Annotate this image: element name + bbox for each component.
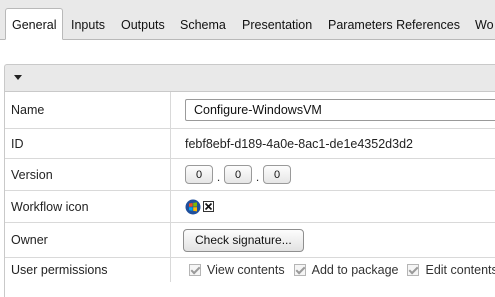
version-separator: . bbox=[216, 169, 221, 184]
section-header[interactable] bbox=[4, 64, 495, 92]
tab-outputs[interactable]: Outputs bbox=[121, 15, 165, 35]
name-label: Name bbox=[11, 92, 171, 128]
name-field[interactable] bbox=[185, 99, 495, 121]
owner-row: Owner Check signature... bbox=[5, 223, 495, 258]
edit-contents-checkbox[interactable] bbox=[407, 264, 420, 276]
add-to-package-checkbox[interactable] bbox=[293, 264, 306, 276]
user-permissions-row: User permissions View contents Add to pa… bbox=[5, 258, 495, 297]
edit-contents-label: Edit contents bbox=[425, 263, 495, 277]
chevron-down-icon[interactable] bbox=[14, 75, 22, 80]
version-minor-field[interactable] bbox=[224, 165, 252, 184]
check-signature-button[interactable]: Check signature... bbox=[183, 228, 304, 252]
version-separator: . bbox=[255, 169, 260, 184]
edit-contents-option[interactable]: Edit contents bbox=[407, 263, 495, 277]
tab-inputs[interactable]: Inputs bbox=[71, 15, 105, 35]
properties-grid: Name ID febf8ebf-d189-4a0e-8ac1-de1e4352… bbox=[4, 92, 495, 297]
workflow-icon-row: Workflow icon bbox=[5, 191, 495, 223]
tab-schema[interactable]: Schema bbox=[180, 15, 226, 35]
view-contents-label: View contents bbox=[207, 263, 285, 277]
tab-presentation[interactable]: Presentation bbox=[242, 15, 312, 35]
add-to-package-option[interactable]: Add to package bbox=[293, 263, 399, 277]
tab-parameters-references[interactable]: Parameters References bbox=[328, 15, 460, 35]
view-contents-checkbox[interactable] bbox=[189, 264, 201, 276]
version-patch-field[interactable] bbox=[263, 165, 291, 184]
close-box-icon[interactable] bbox=[203, 201, 214, 212]
id-row: ID febf8ebf-d189-4a0e-8ac1-de1e4352d3d2 bbox=[5, 129, 495, 159]
name-row: Name bbox=[5, 92, 495, 129]
id-value: febf8ebf-d189-4a0e-8ac1-de1e4352d3d2 bbox=[185, 136, 413, 151]
user-permissions-label: User permissions bbox=[11, 258, 171, 282]
windows-logo-icon[interactable] bbox=[185, 199, 201, 215]
version-fields: . . bbox=[185, 159, 495, 190]
tab-general[interactable]: General bbox=[5, 8, 64, 40]
id-label: ID bbox=[11, 129, 171, 158]
version-row: Version . . bbox=[5, 159, 495, 191]
workflow-icon-label: Workflow icon bbox=[11, 191, 171, 222]
view-contents-option[interactable]: View contents bbox=[189, 263, 285, 277]
owner-label: Owner bbox=[11, 223, 171, 257]
workflow-icon-value bbox=[185, 191, 495, 222]
tab-bar: General Inputs Outputs Schema Presentati… bbox=[0, 0, 495, 40]
tab-workflow-partial[interactable]: Wo bbox=[475, 15, 494, 35]
add-to-package-label: Add to package bbox=[311, 263, 399, 277]
version-label: Version bbox=[11, 159, 171, 190]
version-major-field[interactable] bbox=[185, 165, 213, 184]
permissions-group: View contents Add to package Edit conten… bbox=[189, 258, 495, 282]
owner-value: Check signature... bbox=[183, 223, 495, 257]
